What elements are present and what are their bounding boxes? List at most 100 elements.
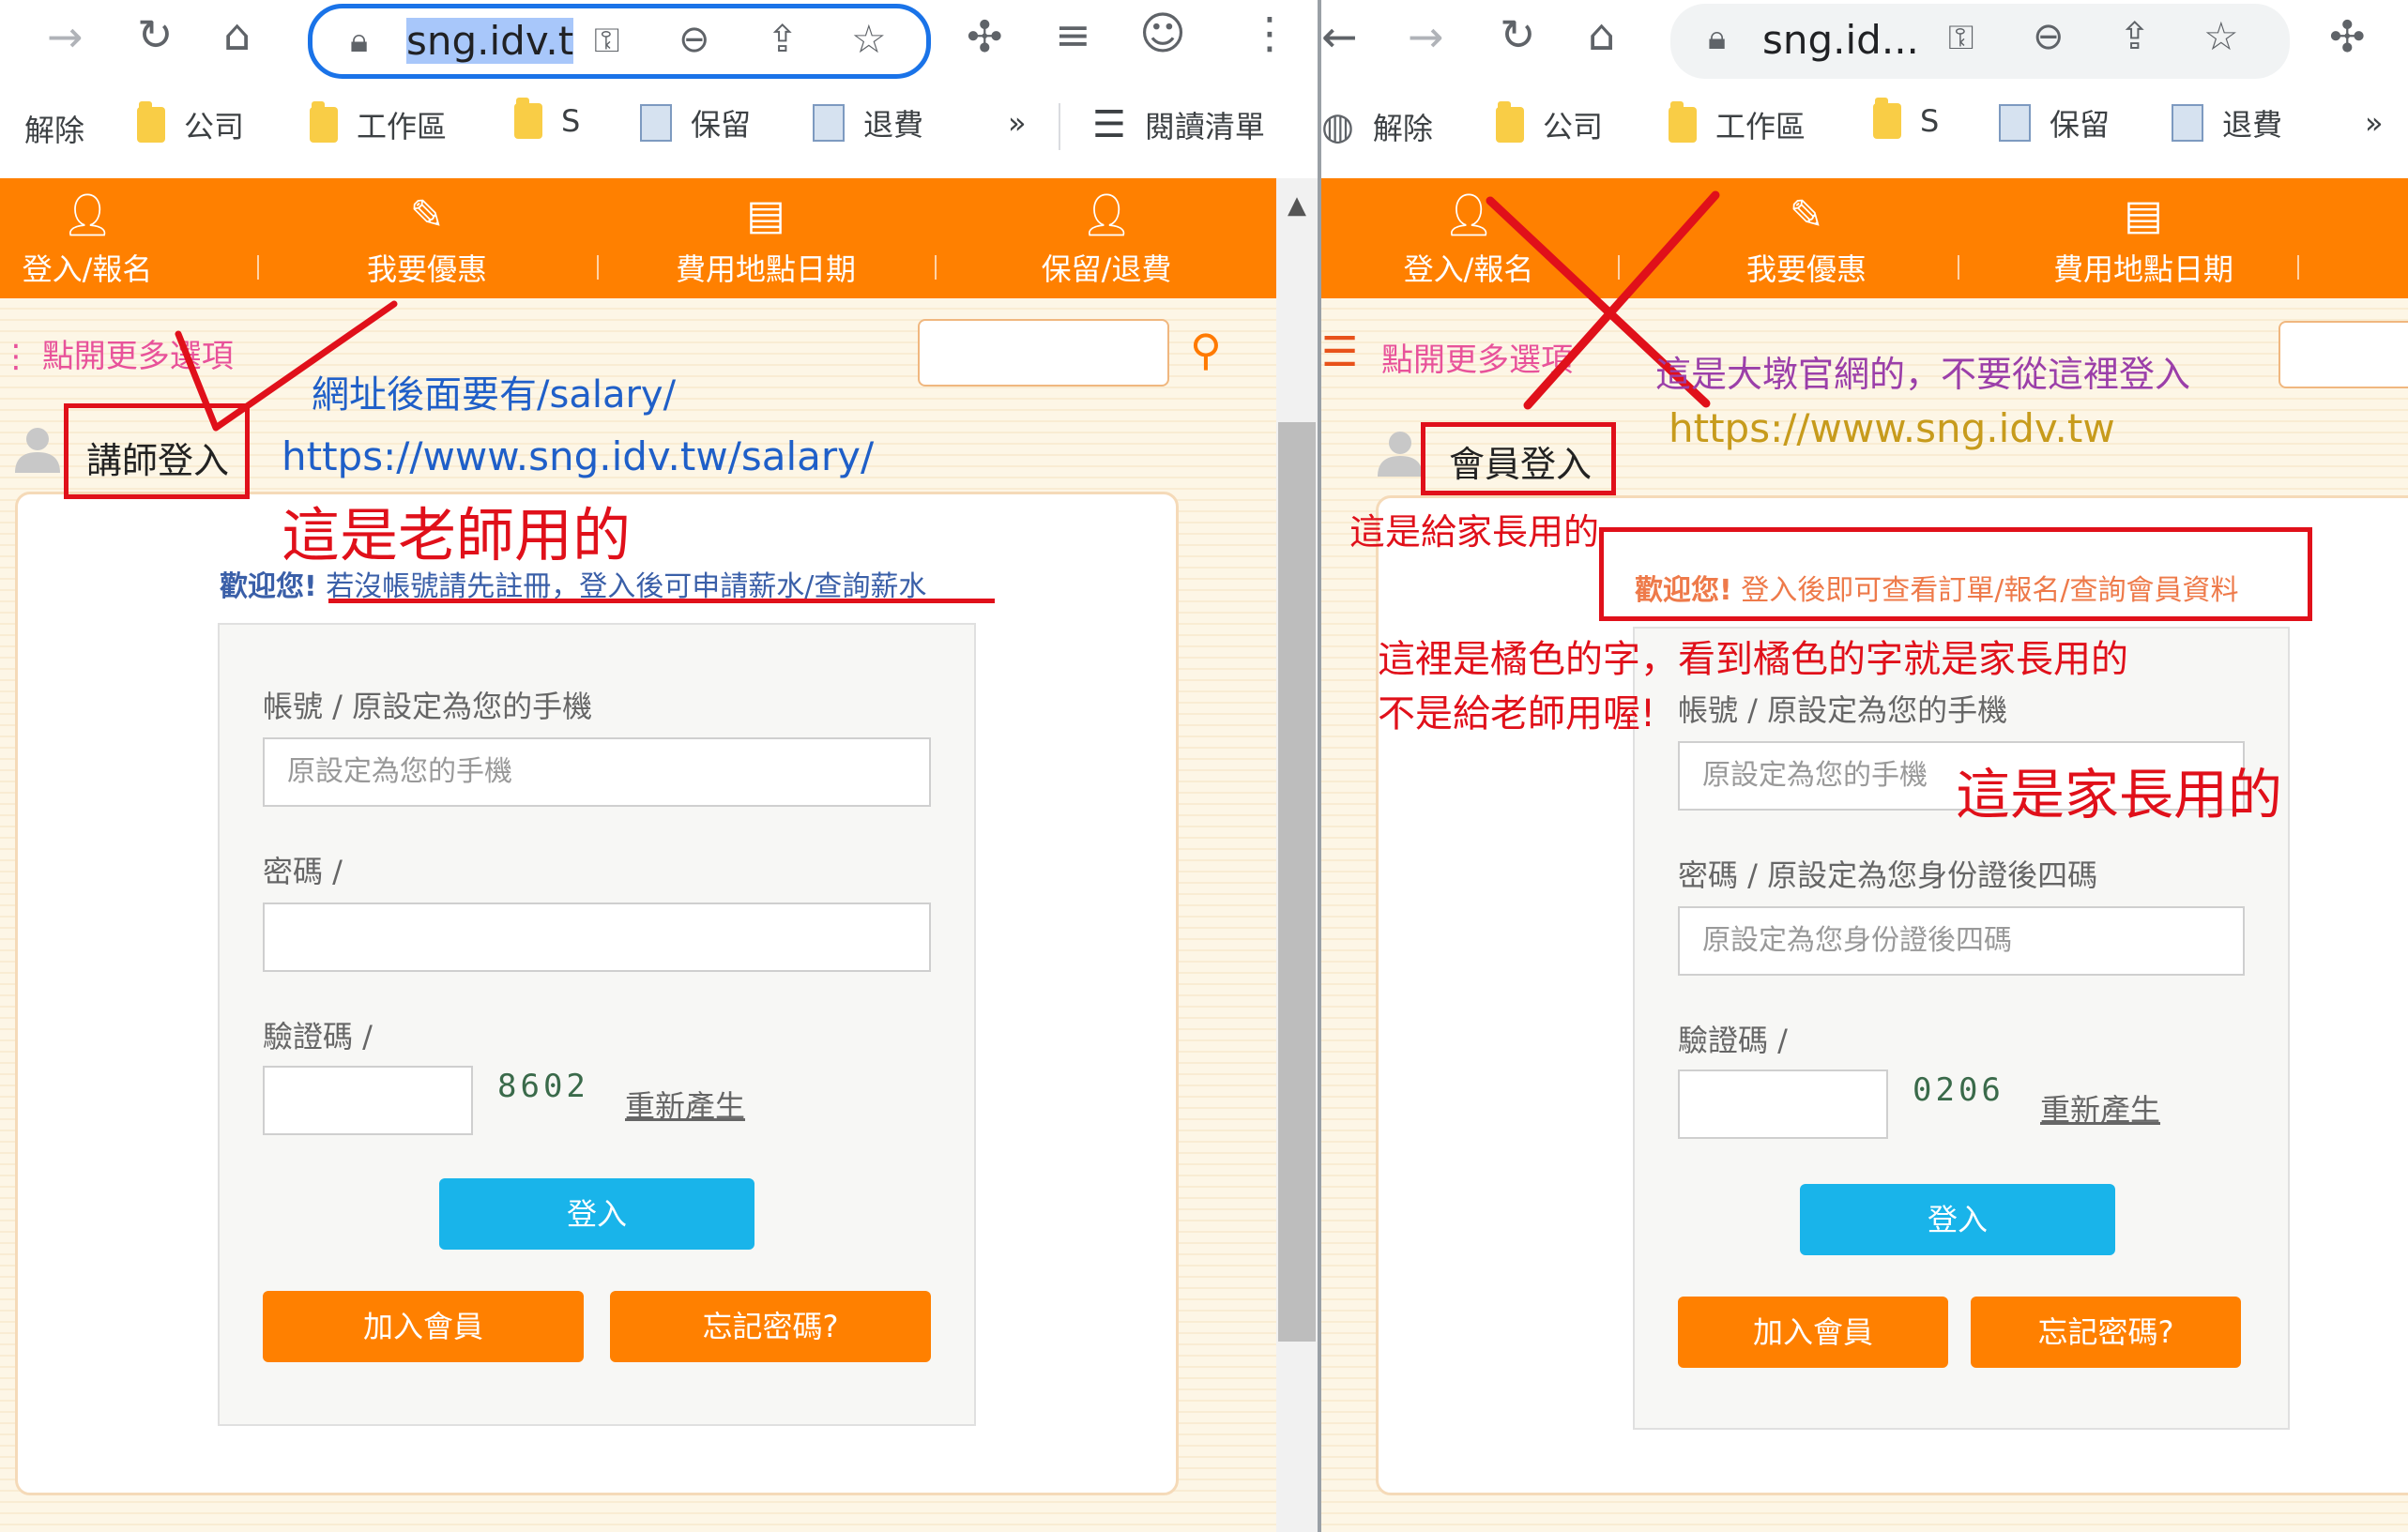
bookmark-4[interactable]: S <box>1873 98 1940 139</box>
bookmark-2[interactable]: 公司 <box>137 101 245 146</box>
scroll-up-icon[interactable]: ▲ <box>1288 191 1306 220</box>
zoom-out-icon[interactable]: ⊖ <box>678 18 710 61</box>
password-label: 密碼 / <box>263 854 343 889</box>
key-icon[interactable]: ⚿ <box>1948 19 1974 58</box>
annotation-url-note: 網址後面要有/salary/ <box>312 373 677 417</box>
bookmark-2[interactable]: 公司 <box>1496 101 1604 146</box>
extensions-icon[interactable]: ✣ <box>967 15 1003 58</box>
menu-dots-icon[interactable]: ⋮ <box>1248 11 1291 54</box>
home-icon[interactable]: ⌂ <box>1588 13 1615 56</box>
join-member-button[interactable]: 加入會員 <box>1678 1297 1948 1368</box>
annotation-official-note: 這是大墩官網的，不要從這裡登入 <box>1655 354 2191 395</box>
account-input[interactable]: 原設定為您的手機 <box>263 737 931 807</box>
share-icon[interactable]: ⇪ <box>767 18 799 61</box>
nav-fees[interactable]: ▤ 費用地點日期 <box>657 178 875 298</box>
captcha-image: 8602 <box>497 1068 589 1105</box>
home-icon[interactable]: ⌂ <box>223 13 251 56</box>
profile-icon[interactable]: ☺ <box>1139 11 1186 56</box>
list-icon: ▤ <box>2124 191 2163 239</box>
reload-icon[interactable]: ↻ <box>137 13 174 56</box>
nav-discount[interactable]: ✎ 我要優惠 <box>1719 178 1894 298</box>
forgot-password-button[interactable]: 忘記密碼? <box>1971 1297 2241 1368</box>
folder-icon <box>1873 98 1901 139</box>
browser-toolbar: → ↻ ⌂ 🔒︎ sng.idv.t ⚿ ⊖ ⇪ ☆ ✣ ≡ ☺ ⋮ 解除 公司… <box>0 0 1318 178</box>
password-input[interactable]: 原設定為您身份證後四碼 <box>1678 906 2245 976</box>
left-browser-window: → ↻ ⌂ 🔒︎ sng.idv.t ⚿ ⊖ ⇪ ☆ ✣ ≡ ☺ ⋮ 解除 公司… <box>0 0 1318 1532</box>
user-icon: 👤︎ <box>61 191 114 239</box>
back-icon[interactable]: ← <box>1321 15 1358 58</box>
bookmarks-overflow[interactable]: » <box>1008 105 1027 141</box>
regenerate-captcha-link[interactable]: 重新產生 <box>625 1083 745 1126</box>
forgot-password-button[interactable]: 忘記密碼? <box>610 1291 931 1362</box>
zoom-out-icon[interactable]: ⊖ <box>2033 15 2065 58</box>
media-icon[interactable]: ≡ <box>1055 13 1091 56</box>
hamburger-icon[interactable]: ☰ <box>1321 328 1358 376</box>
bookmark-6[interactable]: 退費 <box>813 101 923 144</box>
nav-refund[interactable]: 👤︎ 保留/退費 <box>1019 178 1194 298</box>
captcha-input[interactable] <box>263 1066 473 1135</box>
nav-label: 我要優惠 <box>1745 251 1867 287</box>
welcome-bold: 歡迎您! <box>220 570 317 603</box>
bookmark-1[interactable]: 解除 <box>24 107 84 150</box>
search-input[interactable] <box>2278 321 2408 388</box>
password-input[interactable] <box>263 903 931 972</box>
nav-fees[interactable]: ▤ 費用地點日期 <box>2035 178 2252 298</box>
reload-icon[interactable]: ↻ <box>1500 13 1536 56</box>
annotation-url: https://www.sng.idv.tw <box>1669 405 2115 451</box>
overflow-chevron-icon: » <box>2365 105 2384 141</box>
bookmark-4[interactable]: S <box>514 98 580 139</box>
document-icon <box>2172 104 2203 142</box>
share-icon[interactable]: ⇪ <box>2119 15 2151 58</box>
url-selection: sng.idv.t <box>406 18 574 64</box>
captcha-label: 驗證碼 / <box>263 1019 373 1054</box>
bookmark-5[interactable]: 保留 <box>1999 101 2110 144</box>
annotation-box-welcome <box>1599 527 2312 621</box>
nav-separator <box>597 255 599 280</box>
edit-icon: ✎ <box>1789 191 1824 239</box>
url-text[interactable]: sng.id... <box>1762 17 1919 63</box>
nav-label: 登入/報名 <box>22 251 153 287</box>
bookmark-label: S <box>1920 103 1940 139</box>
login-button[interactable]: 登入 <box>1800 1184 2115 1255</box>
bookmark-1[interactable]: ◍ 解除 <box>1321 105 1433 148</box>
nav-separator <box>2297 255 2299 280</box>
star-icon[interactable]: ☆ <box>851 16 887 62</box>
bookmark-divider <box>1059 103 1060 150</box>
address-bar[interactable]: 🔒︎ sng.idv.t ⚿ ⊖ ⇪ ☆ <box>308 4 931 79</box>
bookmarks-overflow[interactable]: » <box>2365 105 2384 141</box>
bookmark-6[interactable]: 退費 <box>2172 101 2282 144</box>
document-icon <box>813 104 845 142</box>
nav-label: 費用地點日期 <box>2052 251 2233 287</box>
bookmark-label: 工作區 <box>357 109 448 144</box>
bookmark-label: 保留 <box>691 107 752 143</box>
nav-separator <box>1958 255 1959 280</box>
url-text[interactable]: sng.idv.t <box>406 18 574 64</box>
reading-list[interactable]: ☰ 閱讀清單 <box>1092 103 1265 146</box>
globe-icon: ◍ <box>1321 105 1354 148</box>
address-bar[interactable]: 🔒︎ sng.id... ⚿ ⊖ ⇪ ☆ <box>1670 4 2290 79</box>
nav-login[interactable]: 👤︎ 登入/報名 <box>0 178 175 298</box>
forward-icon[interactable]: → <box>1408 15 1444 58</box>
login-button[interactable]: 登入 <box>439 1178 754 1250</box>
nav-discount[interactable]: ✎ 我要優惠 <box>340 178 514 298</box>
bookmark-3[interactable]: 工作區 <box>310 101 448 146</box>
bookmark-label: 公司 <box>184 109 245 144</box>
bookmark-label: 公司 <box>1543 109 1604 144</box>
edit-icon: ✎ <box>409 191 445 239</box>
folder-icon <box>137 101 165 143</box>
star-icon[interactable]: ☆ <box>2203 13 2239 59</box>
forward-icon[interactable]: → <box>47 15 84 58</box>
account-label: 帳號 / 原設定為您的手機 <box>1678 692 2008 728</box>
bookmark-3[interactable]: 工作區 <box>1669 101 1806 146</box>
captcha-input[interactable] <box>1678 1069 1888 1139</box>
key-icon[interactable]: ⚿ <box>594 22 619 61</box>
join-member-button[interactable]: 加入會員 <box>263 1291 584 1362</box>
bookmark-5[interactable]: 保留 <box>640 101 751 144</box>
search-input[interactable] <box>918 319 1169 387</box>
regenerate-captcha-link[interactable]: 重新產生 <box>2040 1086 2160 1130</box>
scrollbar-thumb[interactable] <box>1278 422 1316 1342</box>
extensions-icon[interactable]: ✣ <box>2329 15 2366 58</box>
search-icon[interactable]: ⚲ <box>1190 325 1222 375</box>
user-badge-icon: 👤︎ <box>1080 191 1133 239</box>
annotation-orange-note-1: 這裡是橘色的字，看到橘色的字就是家長用的 <box>1378 638 2128 681</box>
